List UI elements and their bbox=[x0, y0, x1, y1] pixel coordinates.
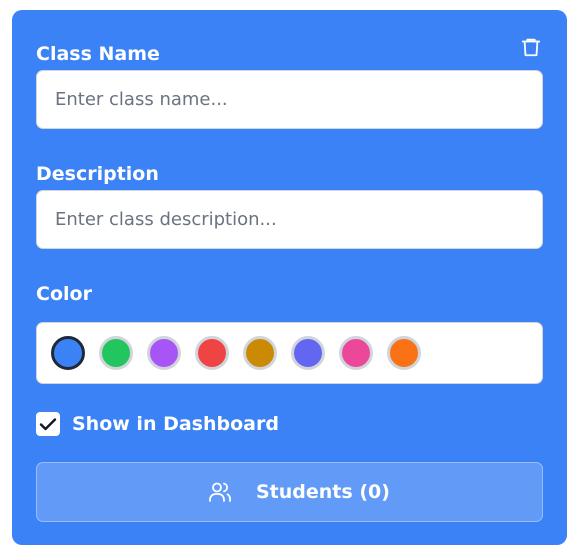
class-card: Class Name Description Color Show in Das… bbox=[12, 10, 567, 545]
color-label: Color bbox=[36, 283, 92, 305]
checkmark-icon bbox=[39, 418, 57, 431]
show-in-dashboard-label[interactable]: Show in Dashboard bbox=[72, 412, 279, 436]
students-button[interactable]: Students (0) bbox=[36, 462, 543, 522]
color-swatch-red[interactable] bbox=[195, 336, 229, 370]
class-name-input[interactable] bbox=[36, 70, 543, 129]
students-button-label: Students (0) bbox=[256, 481, 390, 503]
show-in-dashboard-checkbox[interactable] bbox=[36, 412, 60, 436]
users-icon bbox=[208, 480, 232, 504]
description-label: Description bbox=[36, 163, 159, 185]
color-swatch-amber[interactable] bbox=[243, 336, 277, 370]
description-input[interactable] bbox=[36, 190, 543, 249]
color-swatch-green[interactable] bbox=[99, 336, 133, 370]
color-swatch-blue[interactable] bbox=[51, 336, 85, 370]
color-swatch-orange[interactable] bbox=[387, 336, 421, 370]
color-swatch-pink[interactable] bbox=[339, 336, 373, 370]
color-swatch-purple[interactable] bbox=[147, 336, 181, 370]
class-name-label: Class Name bbox=[36, 43, 160, 65]
color-picker bbox=[36, 322, 543, 384]
color-swatch-indigo[interactable] bbox=[291, 336, 325, 370]
trash-icon[interactable] bbox=[520, 36, 542, 58]
